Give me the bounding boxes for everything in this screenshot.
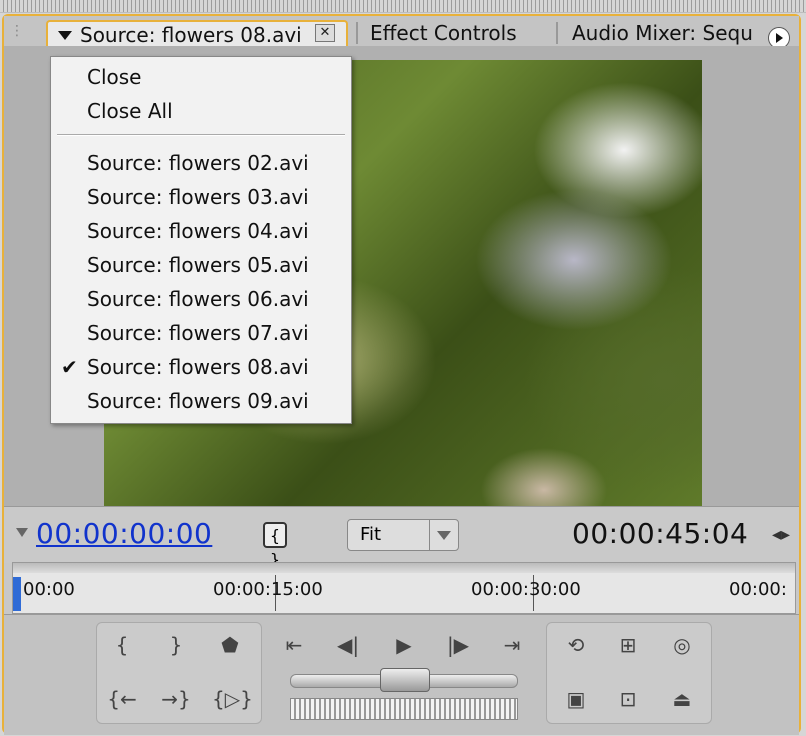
menu-item-close[interactable]: Close	[87, 62, 141, 92]
goto-in-icon[interactable]: {←	[104, 684, 140, 714]
jog-wheel[interactable]	[290, 698, 518, 720]
menu-item-source[interactable]: Source: flowers 06.avi	[87, 284, 309, 314]
menu-item-source[interactable]: Source: flowers 02.avi	[87, 148, 309, 178]
ruler-zoom-bar[interactable]	[13, 563, 795, 573]
menu-item-source[interactable]: Source: flowers 03.avi	[87, 182, 309, 212]
chevron-down-icon[interactable]	[429, 520, 458, 550]
set-in-icon[interactable]: {	[104, 630, 140, 660]
step-forward-icon[interactable]: |▶	[440, 630, 476, 660]
set-out-icon[interactable]: }	[158, 630, 194, 660]
menu-item-source[interactable]: Source: flowers 05.avi	[87, 250, 309, 280]
panel-grip-icon[interactable]: ⋮	[10, 22, 24, 40]
tab-divider	[356, 22, 358, 44]
step-forward-marker-icon[interactable]: ⇥	[494, 630, 530, 660]
check-icon: ✔	[61, 355, 78, 379]
menu-separator	[57, 134, 345, 136]
play-in-out-icon[interactable]: {▷}	[212, 684, 253, 714]
ruler-label: 00:00:15:00	[213, 579, 323, 600]
overlay-icon[interactable]: ⊡	[610, 684, 646, 714]
loop-icon[interactable]: ⟲	[558, 630, 594, 660]
step-back-icon[interactable]: ◀|	[330, 630, 366, 660]
output-icon[interactable]: ◎	[664, 630, 700, 660]
zoom-select-label: Fit	[360, 524, 382, 545]
time-ruler[interactable]: 00:00 00:00:15:00 00:00:30:00 00:00:	[12, 562, 796, 614]
export-frame-icon[interactable]: ⏏	[664, 684, 700, 714]
ruler-label: 00:00	[23, 579, 75, 600]
tab-source[interactable]: Source: flowers 08.avi	[46, 20, 348, 47]
menu-item-source[interactable]: Source: flowers 09.avi	[87, 386, 309, 416]
menu-item-source[interactable]: Source: flowers 07.avi	[87, 318, 309, 348]
marker-icon[interactable]: ⬟	[212, 630, 248, 660]
goto-out-icon[interactable]: →}	[158, 684, 194, 714]
menu-item-close-all[interactable]: Close All	[87, 96, 173, 126]
playhead[interactable]	[13, 577, 21, 611]
menu-item-source[interactable]: Source: flowers 04.avi	[87, 216, 309, 246]
current-timecode[interactable]: 00:00:00:00	[36, 517, 212, 550]
tab-effect-controls[interactable]: Effect Controls	[370, 20, 517, 46]
safe-margins-icon[interactable]: ⊞	[610, 630, 646, 660]
insert-icon[interactable]: ▣	[558, 684, 594, 714]
safe-margins-icon[interactable]: { }	[263, 522, 287, 569]
tab-divider	[556, 22, 558, 44]
close-icon[interactable]: ✕	[315, 24, 335, 42]
menu-item-source-selected[interactable]: Source: flowers 08.avi	[87, 352, 309, 382]
ruler-label: 00:00:30:00	[471, 579, 581, 600]
step-back-marker-icon[interactable]: ⇤	[276, 630, 312, 660]
tab-dropdown-menu: Close Close All Source: flowers 02.avi S…	[50, 56, 352, 424]
triangle-down-icon[interactable]	[58, 30, 72, 40]
tab-source-label: Source: flowers 08.avi	[80, 23, 302, 47]
link-icon[interactable]: ◂▸	[772, 524, 790, 545]
triangle-down-icon[interactable]	[16, 528, 28, 537]
shuttle-knob[interactable]	[380, 668, 430, 692]
window-grip-bar[interactable]	[0, 0, 806, 13]
ruler-label: 00:00:	[729, 579, 787, 600]
duration-timecode: 00:00:45:04	[572, 517, 749, 550]
zoom-select[interactable]: Fit	[347, 519, 459, 551]
tab-audio-mixer[interactable]: Audio Mixer: Seque	[572, 20, 752, 46]
play-icon[interactable]: ▶	[386, 630, 422, 660]
